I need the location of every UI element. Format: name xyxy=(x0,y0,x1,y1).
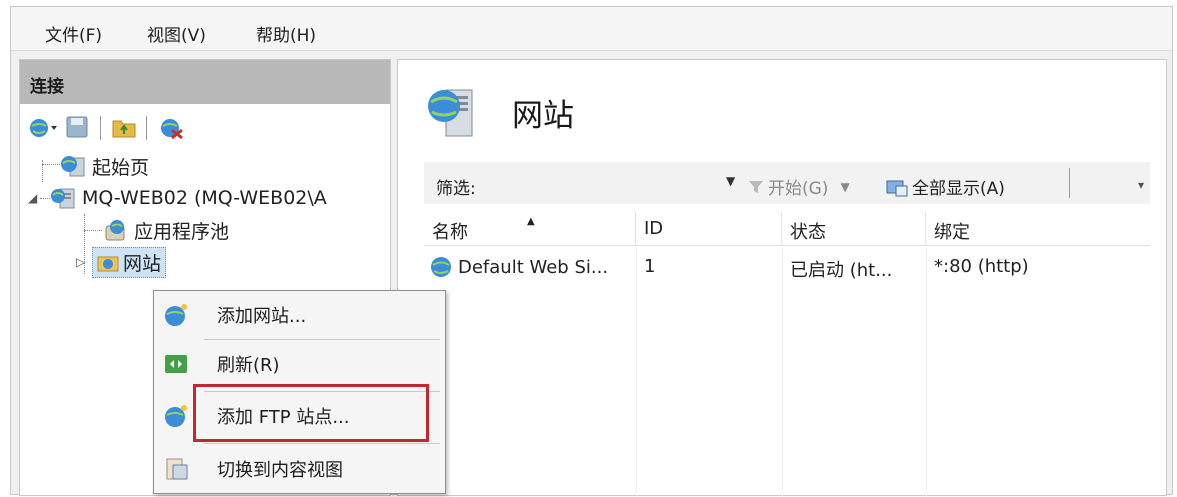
sites-folder-icon xyxy=(97,256,119,272)
column-header-id[interactable]: ID xyxy=(636,212,782,246)
cell-status: 已启动 (ht... xyxy=(790,260,893,281)
tree-label: MQ-WEB02 (MQ-WEB02\A xyxy=(82,187,327,209)
content-view-icon xyxy=(166,458,188,480)
filter-input[interactable] xyxy=(496,168,716,198)
add-globe-icon xyxy=(165,304,187,326)
highlight-box xyxy=(193,384,429,442)
disconnect-icon[interactable] xyxy=(158,116,184,140)
menu-item-refresh[interactable]: 刷新(R) xyxy=(154,340,445,388)
filter-dropdown-icon[interactable]: ▼ xyxy=(726,174,735,188)
connect-globe-icon[interactable] xyxy=(28,116,58,140)
tree-item-start-page[interactable]: 起始页 xyxy=(60,150,149,182)
collapse-arrow-icon[interactable]: ◢ xyxy=(28,191,40,205)
filter-bar: 筛选: ▼ 开始(G) ▼ 全部显示(A) ▾ xyxy=(424,162,1150,204)
toolbar-overflow-icon[interactable]: ▾ xyxy=(1138,178,1144,192)
column-header-status[interactable]: 状态 xyxy=(782,212,926,246)
menu-item-add-site[interactable]: 添加网站... xyxy=(154,291,445,339)
globe-icon xyxy=(431,257,451,277)
filter-label: 筛选: xyxy=(436,179,476,199)
add-ftp-globe-icon xyxy=(165,405,187,427)
expand-arrow-icon[interactable]: ▷ xyxy=(76,255,92,269)
cell-name: Default Web Si... xyxy=(430,256,608,278)
dropdown-arrow-icon[interactable]: ▼ xyxy=(840,180,849,194)
refresh-icon xyxy=(165,355,187,373)
column-header-binding[interactable]: 绑定 xyxy=(926,212,1150,246)
funnel-icon xyxy=(749,180,763,193)
tree-label: 起始页 xyxy=(92,156,150,179)
show-all-label: 全部显示(A) xyxy=(912,179,1005,199)
show-all-icon xyxy=(886,180,908,196)
tree-label: 网站 xyxy=(123,252,162,275)
tree-label: 应用程序池 xyxy=(134,220,230,243)
filter-separator xyxy=(1069,168,1070,198)
page-title: 网站 xyxy=(512,98,574,134)
toolbar-separator xyxy=(100,116,101,140)
app-pool-icon xyxy=(105,220,125,241)
start-page-icon xyxy=(61,156,85,177)
cell-binding: *:80 (http) xyxy=(934,256,1029,277)
sort-ascending-icon: ▲ xyxy=(527,216,535,227)
up-folder-icon[interactable] xyxy=(112,116,136,138)
server-icon xyxy=(51,188,75,209)
connections-title: 连接 xyxy=(30,77,64,97)
menu-help[interactable]: 帮助(H) xyxy=(256,21,316,46)
content-pane: 网站 筛选: ▼ 开始(G) ▼ 全部显示(A) ▾ 名称 ▲ ID 状态 绑定 xyxy=(397,59,1167,496)
connections-toolbar xyxy=(20,108,390,148)
start-filter-button[interactable]: 开始(G) ▼ xyxy=(748,174,850,199)
start-filter-label: 开始(G) xyxy=(768,179,829,199)
menu-bar: 文件(F) 视图(V) 帮助(H) xyxy=(11,7,1172,51)
table-row[interactable]: Default Web Si... 1 已启动 (ht... *:80 (htt… xyxy=(424,250,1150,284)
menu-item-switch-content-view[interactable]: 切换到内容视图 xyxy=(154,445,445,493)
menu-item-label: 切换到内容视图 xyxy=(217,460,343,481)
iis-manager-window: 文件(F) 视图(V) 帮助(H) 连接 起始页 ◢ MQ-WEB02 (MQ-… xyxy=(10,6,1173,496)
cell-id: 1 xyxy=(644,256,656,277)
table-header: 名称 ▲ ID 状态 绑定 xyxy=(424,212,1150,246)
tree-item-server[interactable]: ◢ MQ-WEB02 (MQ-WEB02\A xyxy=(28,182,327,214)
show-all-button[interactable]: 全部显示(A) xyxy=(886,174,1005,199)
save-icon[interactable] xyxy=(66,116,88,138)
connections-header: 连接 xyxy=(20,60,390,104)
menu-item-label: 添加网站... xyxy=(217,306,307,327)
sites-globe-server-icon xyxy=(428,89,473,137)
menu-file[interactable]: 文件(F) xyxy=(45,21,102,46)
site-name: Default Web Si... xyxy=(458,256,609,278)
toolbar-separator xyxy=(146,116,147,140)
menu-item-label: 刷新(R) xyxy=(217,355,280,376)
menu-view[interactable]: 视图(V) xyxy=(147,21,206,46)
tree-item-app-pools[interactable]: 应用程序池 xyxy=(102,214,229,246)
tree-item-sites[interactable]: ▷ 网站 xyxy=(76,246,167,278)
